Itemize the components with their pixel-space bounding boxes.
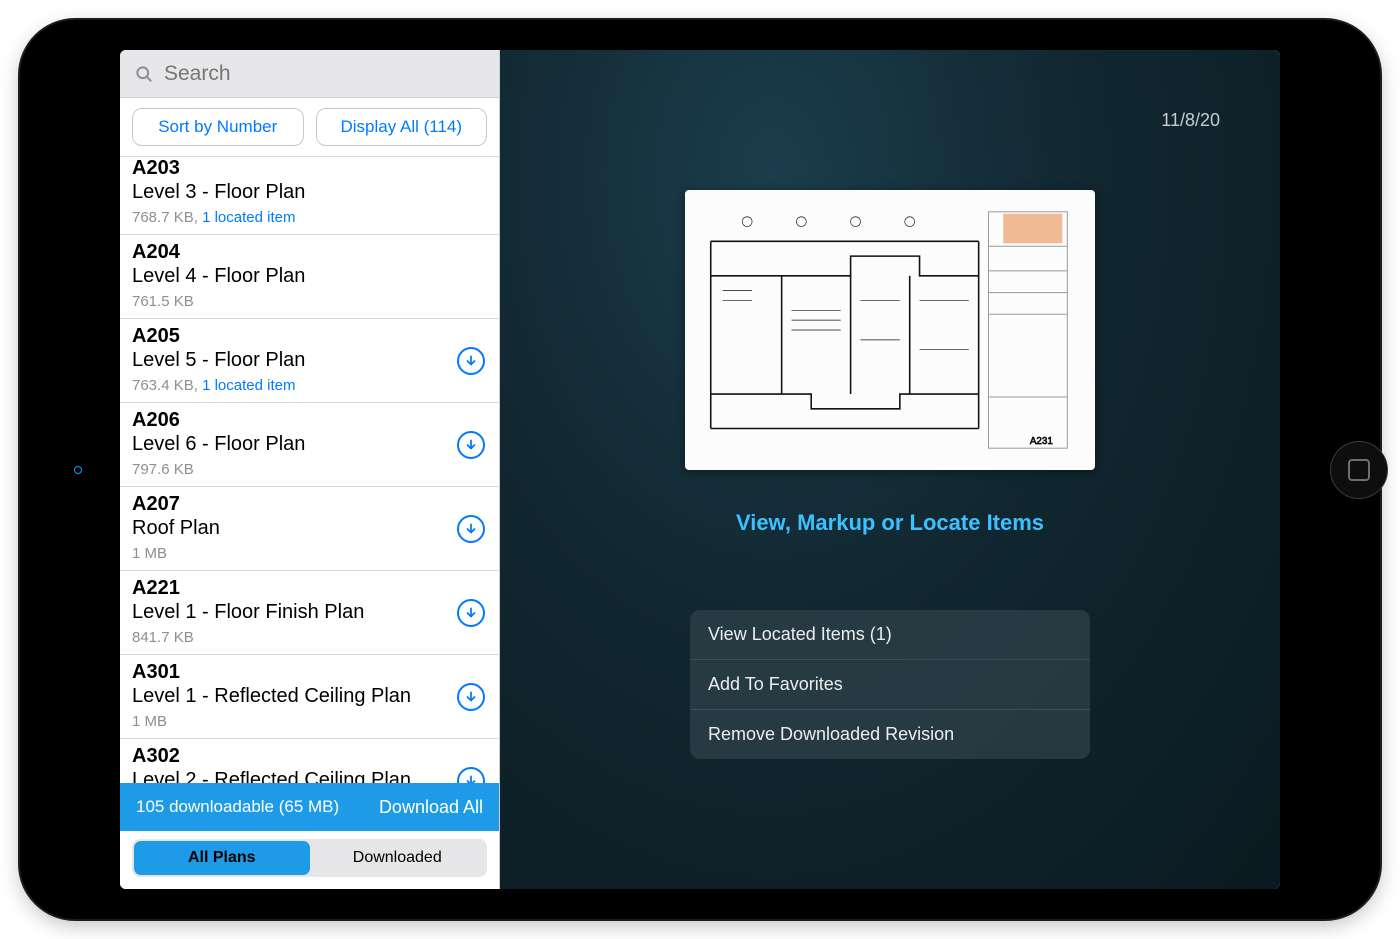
plan-title: Roof Plan	[132, 516, 487, 541]
view-markup-link[interactable]: View, Markup or Locate Items	[500, 510, 1280, 536]
plan-title: Level 1 - Reflected Ceiling Plan	[132, 684, 487, 709]
plan-item[interactable]: A301Level 1 - Reflected Ceiling Plan 1 MB	[120, 655, 499, 739]
sort-button[interactable]: Sort by Number	[132, 108, 304, 146]
action-list: View Located Items (1) Add To Favorites …	[690, 610, 1090, 759]
plan-item[interactable]: A221Level 1 - Floor Finish Plan 841.7 KB	[120, 571, 499, 655]
downloadable-info: 105 downloadable (65 MB)	[136, 797, 339, 817]
located-item-link[interactable]: 1 located item	[202, 377, 295, 394]
plan-number: A204	[132, 241, 487, 264]
plan-meta: 797.6 KB	[132, 461, 487, 478]
screen: Sort by Number Display All (114) A203Lev…	[120, 50, 1280, 889]
filter-row: Sort by Number Display All (114)	[120, 98, 499, 157]
action-remove-downloaded[interactable]: Remove Downloaded Revision	[690, 710, 1090, 759]
download-icon[interactable]	[457, 515, 485, 543]
plan-meta: 1 MB	[132, 713, 487, 730]
display-all-button[interactable]: Display All (114)	[316, 108, 488, 146]
download-icon[interactable]	[457, 347, 485, 375]
segmented-control[interactable]: All Plans Downloaded	[132, 839, 487, 877]
search-bar[interactable]	[120, 50, 499, 98]
plan-item[interactable]: A302Level 2 - Reflected Ceiling Plan941.…	[120, 739, 499, 783]
plan-item[interactable]: A204Level 4 - Floor Plan 761.5 KB	[120, 235, 499, 319]
blueprint-preview: A231	[693, 198, 1087, 462]
plan-number: A205	[132, 325, 487, 348]
plan-size: 841.7 KB	[132, 629, 194, 646]
viewer-pane: 11/8/20	[500, 50, 1280, 889]
plan-meta: 1 MB	[132, 545, 487, 562]
plan-item[interactable]: A207Roof Plan 1 MB	[120, 487, 499, 571]
download-icon[interactable]	[457, 599, 485, 627]
tab-all-plans[interactable]: All Plans	[134, 841, 310, 875]
plan-title: Level 3 - Floor Plan	[132, 180, 487, 205]
segmented-control-wrap: All Plans Downloaded	[120, 831, 499, 889]
sidebar: Sort by Number Display All (114) A203Lev…	[120, 50, 500, 889]
plan-number: A203	[132, 157, 487, 180]
camera-dot	[74, 466, 82, 474]
plan-size: 763.4 KB	[132, 377, 194, 394]
plan-number: A301	[132, 661, 487, 684]
located-item-link[interactable]: 1 located item	[202, 209, 295, 226]
plan-meta: 768.7 KB, 1 located item	[132, 209, 487, 226]
plan-title: Level 2 - Reflected Ceiling Plan	[132, 768, 487, 783]
tablet-frame: Sort by Number Display All (114) A203Lev…	[20, 20, 1380, 919]
tab-downloaded[interactable]: Downloaded	[310, 841, 486, 875]
plan-number: A206	[132, 409, 487, 432]
plan-meta: 761.5 KB	[132, 293, 487, 310]
plan-title: Level 6 - Floor Plan	[132, 432, 487, 457]
plan-size: 1 MB	[132, 713, 167, 730]
home-button[interactable]	[1330, 441, 1388, 499]
plan-item[interactable]: A205Level 5 - Floor Plan 763.4 KB, 1 loca…	[120, 319, 499, 403]
plan-title: Level 5 - Floor Plan	[132, 348, 487, 373]
plan-meta: 841.7 KB	[132, 629, 487, 646]
plan-item[interactable]: A206Level 6 - Floor Plan 797.6 KB	[120, 403, 499, 487]
plan-list[interactable]: A203Level 3 - Floor Plan 768.7 KB, 1 loca…	[120, 157, 499, 783]
action-view-located[interactable]: View Located Items (1)	[690, 610, 1090, 660]
plan-item[interactable]: A203Level 3 - Floor Plan 768.7 KB, 1 loca…	[120, 157, 499, 235]
plan-thumbnail[interactable]: A231	[685, 190, 1095, 470]
download-icon[interactable]	[457, 431, 485, 459]
plan-size: 1 MB	[132, 545, 167, 562]
plan-number: A207	[132, 493, 487, 516]
search-icon	[134, 64, 154, 84]
download-all-button[interactable]: Download All	[379, 797, 483, 818]
download-bar: 105 downloadable (65 MB) Download All	[120, 783, 499, 831]
plan-size: 797.6 KB	[132, 461, 194, 478]
plan-size: 761.5 KB	[132, 293, 194, 310]
plan-title: Level 4 - Floor Plan	[132, 264, 487, 289]
plan-title: Level 1 - Floor Finish Plan	[132, 600, 487, 625]
plan-meta: 763.4 KB, 1 located item	[132, 377, 487, 394]
svg-text:A231: A231	[1030, 436, 1053, 447]
action-add-favorites[interactable]: Add To Favorites	[690, 660, 1090, 710]
revision-date: 11/8/20	[1161, 110, 1220, 131]
plan-number: A221	[132, 577, 487, 600]
plan-number: A302	[132, 745, 487, 768]
download-icon[interactable]	[457, 683, 485, 711]
plan-size: 768.7 KB	[132, 209, 194, 226]
search-input[interactable]	[164, 62, 485, 86]
